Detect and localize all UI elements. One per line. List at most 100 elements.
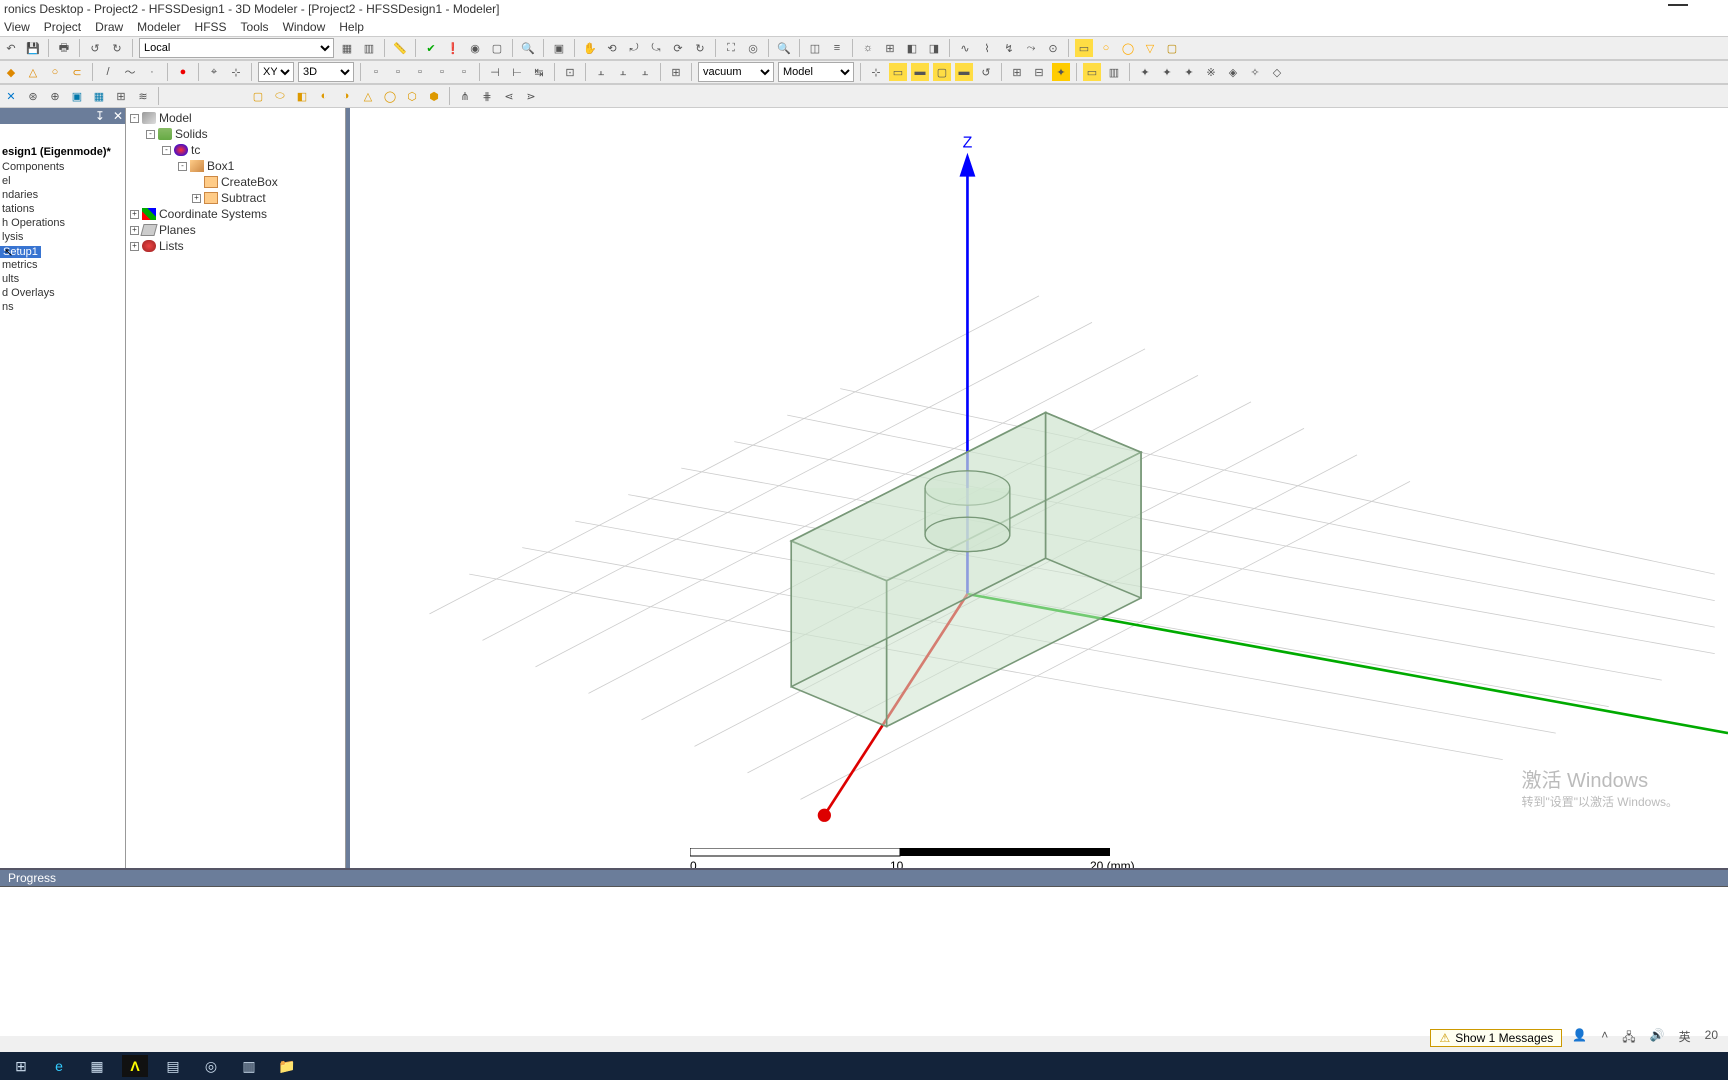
tree-createbox[interactable]: CreateBox	[126, 174, 345, 190]
rotate-icon[interactable]: ⤿	[647, 39, 665, 57]
messages-button[interactable]: ⚠ Show 1 Messages	[1430, 1029, 1562, 1047]
cyl-icon[interactable]: ⬭	[271, 87, 289, 105]
ie-icon[interactable]: e	[46, 1055, 72, 1077]
menu-window[interactable]: Window	[283, 20, 326, 34]
tool-icon[interactable]: ▣	[550, 39, 568, 57]
validate-icon[interactable]: ✔	[422, 39, 440, 57]
yellow-t-icon[interactable]: ▽	[1141, 39, 1159, 57]
menu-view[interactable]: View	[4, 20, 30, 34]
app-icon[interactable]: ▦	[84, 1055, 110, 1077]
tool-icon[interactable]: ▫	[389, 63, 407, 81]
collapse-icon[interactable]: -	[130, 114, 139, 123]
tool-icon[interactable]: ✕	[2, 87, 20, 105]
tool-icon[interactable]: ◨	[925, 39, 943, 57]
cylinder-hole[interactable]	[925, 471, 1010, 552]
yellow-o-icon[interactable]: ○	[1097, 39, 1115, 57]
shape-icon[interactable]: ⬡	[403, 87, 421, 105]
shape-icon[interactable]: △	[24, 63, 42, 81]
tool-icon[interactable]: ⋗	[522, 87, 540, 105]
menu-draw[interactable]: Draw	[95, 20, 123, 34]
tool-icon[interactable]: ▫	[411, 63, 429, 81]
yellow-icon[interactable]: ▢	[933, 63, 951, 81]
menu-modeler[interactable]: Modeler	[137, 20, 180, 34]
box-icon[interactable]: ▢	[249, 87, 267, 105]
tool-icon[interactable]: ✦	[1158, 63, 1176, 81]
menu-project[interactable]: Project	[44, 20, 81, 34]
expand-icon[interactable]: +	[192, 194, 201, 203]
proj-item[interactable]: ns	[0, 300, 125, 314]
redo-icon[interactable]: ↻	[108, 39, 126, 57]
tool-icon[interactable]: ≋	[134, 87, 152, 105]
tree-solids[interactable]: - Solids	[126, 126, 345, 142]
viewmode-select[interactable]: Model	[778, 62, 854, 82]
tool-icon[interactable]: ✦	[1180, 63, 1198, 81]
light-icon[interactable]: ☼	[859, 39, 877, 57]
tree-lists[interactable]: + Lists	[126, 238, 345, 254]
collapse-icon[interactable]: -	[146, 130, 155, 139]
clock[interactable]: 20	[1705, 1028, 1718, 1049]
spline-icon[interactable]: 〜	[121, 63, 139, 81]
tool-icon[interactable]: ⊣	[486, 63, 504, 81]
app-icon[interactable]: ◎	[198, 1055, 224, 1077]
mode-select[interactable]: 3D	[298, 62, 354, 82]
tool-icon[interactable]: ⊛	[24, 87, 42, 105]
expand-icon[interactable]: +	[130, 242, 139, 251]
tool-icon[interactable]: ◫	[806, 39, 824, 57]
minimize-icon[interactable]	[1668, 4, 1688, 6]
shape-icon[interactable]: ⊂	[68, 63, 86, 81]
undo-icon[interactable]: ↶	[2, 39, 20, 57]
snap-icon[interactable]: ⌖	[205, 63, 223, 81]
shape-icon[interactable]: ◧	[293, 87, 311, 105]
tool-icon[interactable]: ⊡	[561, 63, 579, 81]
tool-icon[interactable]: ⋕	[478, 87, 496, 105]
shape-icon[interactable]: ◐	[315, 87, 333, 105]
shape-icon[interactable]: ◑	[337, 87, 355, 105]
undo2-icon[interactable]: ↺	[86, 39, 104, 57]
zoom-icon[interactable]: 🔍	[519, 39, 537, 57]
3d-viewport[interactable]: Z 0 10	[346, 108, 1728, 868]
tool-icon[interactable]: ⊞	[667, 63, 685, 81]
tool-icon[interactable]: ◉	[466, 39, 484, 57]
tool-icon[interactable]: ⊕	[46, 87, 64, 105]
coord-system-select[interactable]: Local	[139, 38, 334, 58]
proj-item[interactable]: metrics	[0, 258, 125, 272]
plane-select[interactable]: XY	[258, 62, 294, 82]
fit-icon[interactable]: ◎	[744, 39, 762, 57]
tool-icon[interactable]: ※	[1202, 63, 1220, 81]
tool-icon[interactable]: ⌇	[978, 39, 996, 57]
tool-icon[interactable]: ◈	[1224, 63, 1242, 81]
solid-icon[interactable]: ▦	[90, 87, 108, 105]
tool-icon[interactable]: ↺	[977, 63, 995, 81]
shape-icon[interactable]: ◆	[2, 63, 20, 81]
proj-item[interactable]: ndaries	[0, 188, 125, 202]
tool-icon[interactable]: ⋔	[456, 87, 474, 105]
collapse-icon[interactable]: -	[178, 162, 187, 171]
expand-icon[interactable]: +	[130, 210, 139, 219]
tool-icon[interactable]: ⊞	[881, 39, 899, 57]
zoom-in-icon[interactable]: 🔍	[775, 39, 793, 57]
tool-icon[interactable]: ∿	[956, 39, 974, 57]
tool-icon[interactable]: ▦	[338, 39, 356, 57]
proj-item[interactable]: lysis	[0, 230, 125, 244]
proj-item[interactable]: d Overlays	[0, 286, 125, 300]
shape-icon[interactable]: ○	[46, 63, 64, 81]
app-icon[interactable]: ▥	[236, 1055, 262, 1077]
yellow-box-icon[interactable]: ▭	[1075, 39, 1093, 57]
shape-icon[interactable]: ⬢	[425, 87, 443, 105]
expand-icon[interactable]: +	[130, 226, 139, 235]
rotate-icon[interactable]: ↻	[691, 39, 709, 57]
measure-icon[interactable]: 📏	[391, 39, 409, 57]
tool-icon[interactable]: ▫	[433, 63, 451, 81]
material-select[interactable]: vacuum	[698, 62, 774, 82]
tool-icon[interactable]: ✧	[1246, 63, 1264, 81]
network-icon[interactable]: 🖧	[1622, 1028, 1635, 1049]
save-icon[interactable]: 💾	[24, 39, 42, 57]
align-icon[interactable]: ⫠	[614, 63, 632, 81]
tool-icon[interactable]: ≡	[828, 39, 846, 57]
box-solid[interactable]	[791, 412, 1141, 726]
rotate-icon[interactable]: ⟲	[603, 39, 621, 57]
tool-icon[interactable]: ↹	[530, 63, 548, 81]
tool-icon[interactable]: ▥	[1105, 63, 1123, 81]
ime-indicator[interactable]: 英	[1679, 1028, 1691, 1049]
pan-icon[interactable]: ✋	[581, 39, 599, 57]
